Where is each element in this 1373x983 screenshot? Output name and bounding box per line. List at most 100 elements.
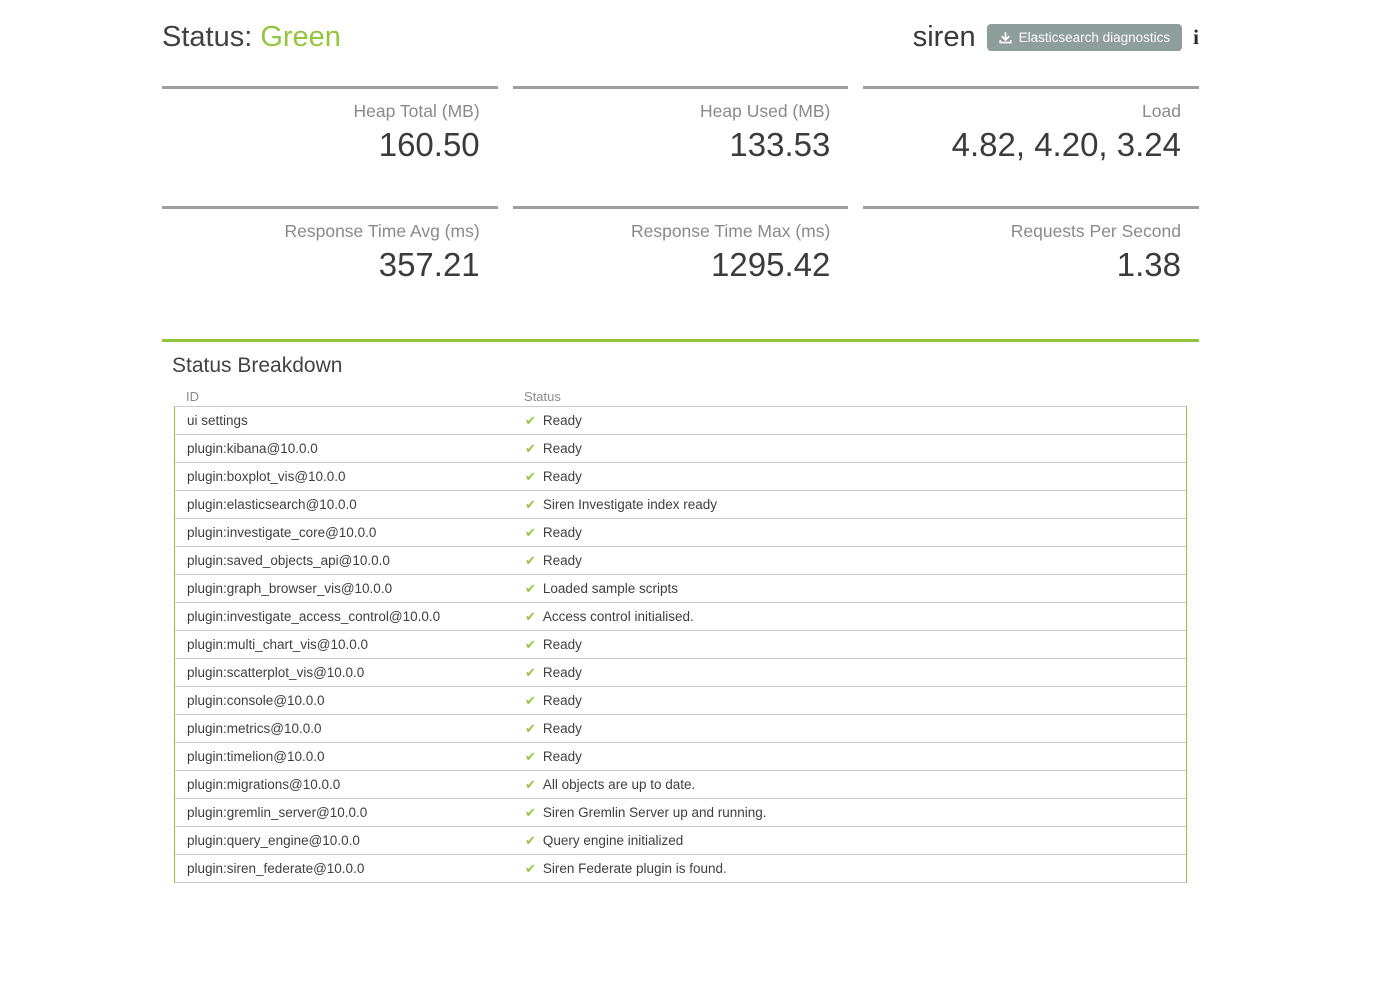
row-status-cell: ✔ Siren Federate plugin is found. bbox=[525, 861, 1186, 876]
row-status-cell: ✔ Ready bbox=[525, 525, 1186, 540]
row-id-cell: plugin:graph_browser_vis@10.0.0 bbox=[175, 581, 525, 596]
check-icon: ✔ bbox=[525, 694, 536, 707]
row-status-text: Query engine initialized bbox=[543, 833, 683, 848]
metric-label: Response Time Avg (ms) bbox=[162, 218, 480, 244]
table-row: plugin:query_engine@10.0.0 ✔ Query engin… bbox=[175, 827, 1186, 855]
row-status-text: All objects are up to date. bbox=[543, 777, 695, 792]
metric-label: Requests Per Second bbox=[863, 218, 1181, 244]
check-icon: ✔ bbox=[525, 778, 536, 791]
row-id-cell: plugin:kibana@10.0.0 bbox=[175, 441, 525, 456]
row-id-cell: ui settings bbox=[175, 413, 525, 428]
row-id-cell: plugin:migrations@10.0.0 bbox=[175, 777, 525, 792]
row-id-cell: plugin:console@10.0.0 bbox=[175, 693, 525, 708]
row-status-text: Ready bbox=[543, 413, 582, 428]
check-icon: ✔ bbox=[525, 834, 536, 847]
metric-value: 1295.42 bbox=[513, 245, 831, 285]
section-divider bbox=[162, 339, 1199, 342]
table-row: plugin:timelion@10.0.0 ✔ Ready bbox=[175, 743, 1186, 771]
page-title: Status: Green bbox=[162, 17, 341, 57]
status-table: ui settings ✔ Ready plugin:kibana@10.0.0… bbox=[174, 406, 1187, 883]
row-id-cell: plugin:query_engine@10.0.0 bbox=[175, 833, 525, 848]
row-status-text: Ready bbox=[543, 469, 582, 484]
row-status-cell: ✔ All objects are up to date. bbox=[525, 777, 1186, 792]
column-header-status: Status bbox=[524, 389, 1187, 404]
metric-label: Load bbox=[863, 98, 1181, 124]
row-status-cell: ✔ Access control initialised. bbox=[525, 609, 1186, 624]
table-row: plugin:siren_federate@10.0.0 ✔ Siren Fed… bbox=[175, 855, 1186, 883]
row-id-cell: plugin:metrics@10.0.0 bbox=[175, 721, 525, 736]
metric-value: 4.82, 4.20, 3.24 bbox=[863, 125, 1181, 165]
row-id-cell: plugin:boxplot_vis@10.0.0 bbox=[175, 469, 525, 484]
check-icon: ✔ bbox=[525, 526, 536, 539]
row-status-cell: ✔ Loaded sample scripts bbox=[525, 581, 1186, 596]
header-right: siren Elasticsearch diagnostics i bbox=[913, 17, 1199, 57]
metric-value: 1.38 bbox=[863, 245, 1181, 285]
row-status-cell: ✔ Query engine initialized bbox=[525, 833, 1186, 848]
row-status-cell: ✔ Siren Investigate index ready bbox=[525, 497, 1186, 512]
row-status-cell: ✔ Ready bbox=[525, 637, 1186, 652]
row-status-text: Access control initialised. bbox=[543, 609, 694, 624]
table-row: plugin:gremlin_server@10.0.0 ✔ Siren Gre… bbox=[175, 799, 1186, 827]
row-id-cell: plugin:gremlin_server@10.0.0 bbox=[175, 805, 525, 820]
row-status-text: Siren Gremlin Server up and running. bbox=[543, 805, 767, 820]
column-header-id: ID bbox=[174, 389, 524, 404]
elasticsearch-diagnostics-button[interactable]: Elasticsearch diagnostics bbox=[987, 24, 1183, 51]
row-status-text: Ready bbox=[543, 665, 582, 680]
check-icon: ✔ bbox=[525, 498, 536, 511]
check-icon: ✔ bbox=[525, 666, 536, 679]
metric-tile: Response Time Avg (ms) 357.21 bbox=[162, 206, 498, 326]
info-icon[interactable]: i bbox=[1193, 27, 1199, 48]
check-icon: ✔ bbox=[525, 414, 536, 427]
metric-label: Response Time Max (ms) bbox=[513, 218, 831, 244]
table-row: plugin:scatterplot_vis@10.0.0 ✔ Ready bbox=[175, 659, 1186, 687]
row-status-text: Siren Investigate index ready bbox=[543, 497, 717, 512]
row-status-text: Ready bbox=[543, 441, 582, 456]
metric-tile: Heap Total (MB) 160.50 bbox=[162, 86, 498, 206]
row-status-cell: ✔ Ready bbox=[525, 721, 1186, 736]
row-status-text: Ready bbox=[543, 525, 582, 540]
table-row: plugin:multi_chart_vis@10.0.0 ✔ Ready bbox=[175, 631, 1186, 659]
page-title-prefix: Status: bbox=[162, 21, 260, 53]
check-icon: ✔ bbox=[525, 806, 536, 819]
table-row: plugin:boxplot_vis@10.0.0 ✔ Ready bbox=[175, 463, 1186, 491]
table-row: plugin:saved_objects_api@10.0.0 ✔ Ready bbox=[175, 547, 1186, 575]
row-id-cell: plugin:multi_chart_vis@10.0.0 bbox=[175, 637, 525, 652]
row-status-cell: ✔ Ready bbox=[525, 469, 1186, 484]
metric-tile: Load 4.82, 4.20, 3.24 bbox=[863, 86, 1199, 206]
row-status-text: Ready bbox=[543, 637, 582, 652]
check-icon: ✔ bbox=[525, 722, 536, 735]
table-row: plugin:elasticsearch@10.0.0 ✔ Siren Inve… bbox=[175, 491, 1186, 519]
metric-tile: Response Time Max (ms) 1295.42 bbox=[513, 206, 849, 326]
metric-value: 160.50 bbox=[162, 125, 480, 165]
row-id-cell: plugin:investigate_access_control@10.0.0 bbox=[175, 609, 525, 624]
row-id-cell: plugin:scatterplot_vis@10.0.0 bbox=[175, 665, 525, 680]
row-status-cell: ✔ Ready bbox=[525, 693, 1186, 708]
check-icon: ✔ bbox=[525, 582, 536, 595]
metric-tile: Requests Per Second 1.38 bbox=[863, 206, 1199, 326]
row-status-cell: ✔ Ready bbox=[525, 665, 1186, 680]
metric-tile: Heap Used (MB) 133.53 bbox=[513, 86, 849, 206]
row-status-text: Ready bbox=[543, 749, 582, 764]
check-icon: ✔ bbox=[525, 610, 536, 623]
table-row: plugin:metrics@10.0.0 ✔ Ready bbox=[175, 715, 1186, 743]
table-row: plugin:graph_browser_vis@10.0.0 ✔ Loaded… bbox=[175, 575, 1186, 603]
status-page: Status: Green siren Elasticsearch diagno… bbox=[162, 0, 1199, 883]
row-status-text: Ready bbox=[543, 693, 582, 708]
table-row: plugin:kibana@10.0.0 ✔ Ready bbox=[175, 435, 1186, 463]
check-icon: ✔ bbox=[525, 638, 536, 651]
check-icon: ✔ bbox=[525, 862, 536, 875]
download-icon bbox=[999, 31, 1012, 44]
row-status-cell: ✔ Ready bbox=[525, 749, 1186, 764]
status-breakdown-section: Status Breakdown ID Status ui settings ✔… bbox=[162, 352, 1199, 883]
breakdown-heading: Status Breakdown bbox=[172, 352, 1199, 380]
metric-value: 133.53 bbox=[513, 125, 831, 165]
table-row: plugin:migrations@10.0.0 ✔ All objects a… bbox=[175, 771, 1186, 799]
metrics-grid: Heap Total (MB) 160.50 Heap Used (MB) 13… bbox=[162, 86, 1199, 326]
table-row: plugin:investigate_access_control@10.0.0… bbox=[175, 603, 1186, 631]
row-id-cell: plugin:investigate_core@10.0.0 bbox=[175, 525, 525, 540]
row-id-cell: plugin:siren_federate@10.0.0 bbox=[175, 861, 525, 876]
diagnostics-button-label: Elasticsearch diagnostics bbox=[1019, 30, 1171, 45]
table-row: plugin:investigate_core@10.0.0 ✔ Ready bbox=[175, 519, 1186, 547]
check-icon: ✔ bbox=[525, 554, 536, 567]
row-id-cell: plugin:elasticsearch@10.0.0 bbox=[175, 497, 525, 512]
